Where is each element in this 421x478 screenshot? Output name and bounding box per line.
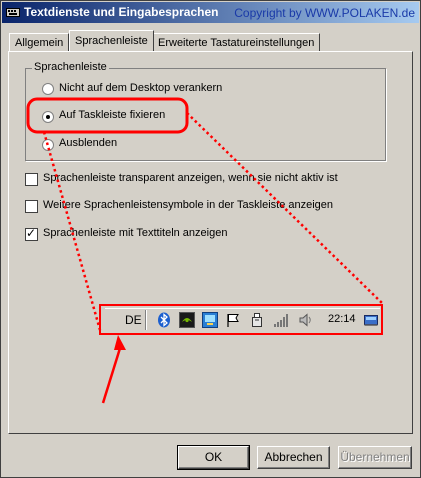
keyboard-icon bbox=[6, 8, 20, 17]
tab-label: Allgemein bbox=[15, 37, 64, 49]
tab-label: Sprachenleiste bbox=[75, 35, 148, 47]
tab-erweiterte-tastatureinstellungen[interactable]: Erweiterte Tastatureinstellungen bbox=[152, 33, 321, 51]
ok-button[interactable]: OK bbox=[177, 445, 250, 470]
tab-sprachenleiste[interactable]: Sprachenleiste bbox=[69, 30, 154, 51]
tab-label: Erweiterte Tastatureinstellungen bbox=[158, 37, 315, 49]
tab-panel bbox=[8, 51, 413, 434]
dialog-window: Textdienste und Eingabesprachen Copyrigh… bbox=[0, 0, 421, 478]
copyright-text: Copyright by WWW.POLAKEN.de bbox=[234, 6, 415, 20]
cancel-button[interactable]: Abbrechen bbox=[257, 446, 330, 469]
apply-button[interactable]: Übernehmen bbox=[338, 446, 412, 469]
tab-allgemein[interactable]: Allgemein bbox=[9, 33, 70, 51]
title-bar[interactable]: Textdienste und Eingabesprachen Copyrigh… bbox=[2, 2, 419, 23]
window-title: Textdienste und Eingabesprachen bbox=[24, 5, 219, 19]
